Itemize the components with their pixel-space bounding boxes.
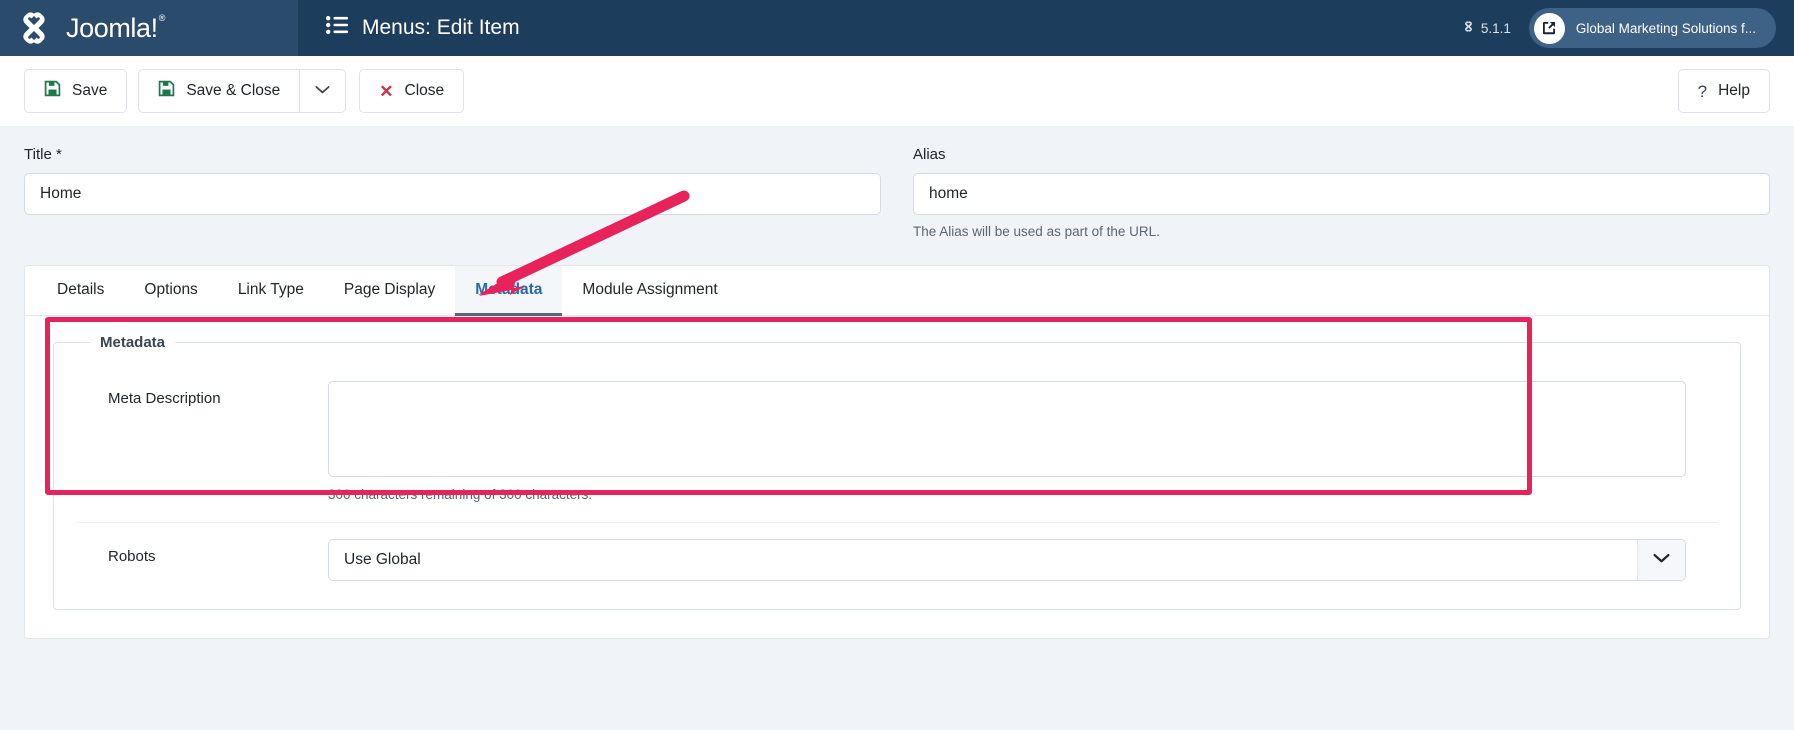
joomla-version-badge: 5.1.1 xyxy=(1462,20,1511,36)
robots-select[interactable]: Use Global xyxy=(328,539,1686,581)
close-button[interactable]: ✕ Close xyxy=(359,69,465,113)
help-button-label: Help xyxy=(1718,82,1750,99)
title-alias-row: Title * Alias The Alias will be used as … xyxy=(24,126,1770,239)
title-field-group: Title * xyxy=(24,146,881,239)
robots-selected-value: Use Global xyxy=(344,551,421,568)
tab-link-type[interactable]: Link Type xyxy=(218,266,324,316)
tab-options[interactable]: Options xyxy=(124,266,217,316)
title-input[interactable] xyxy=(24,173,881,215)
save-options-dropdown-toggle[interactable] xyxy=(300,69,347,113)
close-button-label: Close xyxy=(404,82,445,99)
tab-bar: Details Options Link Type Page Display M… xyxy=(25,266,1769,316)
header-right-group: 5.1.1 Global Marketing Solutions f... xyxy=(1462,0,1794,56)
tab-details[interactable]: Details xyxy=(37,266,124,316)
robots-select-wrapper: Use Global xyxy=(328,539,1686,581)
top-header-bar: Joomla!® Menus: Edit Item 5.1.1 Global M… xyxy=(0,0,1794,56)
character-counter: 300 characters remaining of 300 characte… xyxy=(328,487,593,502)
editor-toolbar: Save Save & Close ✕ Close ? Help xyxy=(0,56,1794,126)
version-label: 5.1.1 xyxy=(1480,20,1511,36)
joomla-mini-icon xyxy=(1462,20,1475,36)
joomla-wordmark: Joomla!® xyxy=(66,12,165,43)
save-and-close-label: Save & Close xyxy=(186,82,281,99)
robots-row: Robots Use Global xyxy=(76,523,1718,587)
page-header-title: Menus: Edit Item xyxy=(298,0,1462,56)
alias-input[interactable] xyxy=(913,173,1770,215)
title-label: Title * xyxy=(24,146,62,163)
tab-page-display[interactable]: Page Display xyxy=(324,266,455,316)
site-name-label: Global Marketing Solutions f... xyxy=(1575,20,1756,36)
save-disk-icon xyxy=(158,80,175,102)
tab-module-assignment[interactable]: Module Assignment xyxy=(562,266,737,316)
meta-description-row: Meta Description 300 characters remainin… xyxy=(76,365,1718,508)
save-disk-icon xyxy=(44,80,61,102)
joomla-brand[interactable]: Joomla!® xyxy=(0,0,298,56)
metadata-fieldset: Metadata Meta Description 300 characters… xyxy=(53,334,1741,610)
metadata-legend: Metadata xyxy=(100,334,166,351)
main-content: Title * Alias The Alias will be used as … xyxy=(0,126,1794,639)
alias-label: Alias xyxy=(913,146,946,163)
help-button[interactable]: ? Help xyxy=(1677,69,1770,113)
joomla-logo-icon xyxy=(14,8,54,48)
meta-description-textarea[interactable] xyxy=(328,381,1686,477)
edit-item-tab-panel: Details Options Link Type Page Display M… xyxy=(24,265,1770,639)
metadata-tab-content: Metadata Meta Description 300 characters… xyxy=(25,316,1769,638)
menu-list-icon xyxy=(326,16,348,40)
chevron-down-icon xyxy=(315,82,330,100)
external-link-icon xyxy=(1533,12,1565,44)
close-icon: ✕ xyxy=(379,81,394,101)
alias-field-group: Alias The Alias will be used as part of … xyxy=(913,146,1770,239)
robots-label: Robots xyxy=(108,548,156,565)
save-and-close-button[interactable]: Save & Close xyxy=(138,69,301,113)
save-button[interactable]: Save xyxy=(24,69,128,113)
tab-metadata[interactable]: Metadata xyxy=(455,266,563,316)
chevron-down-icon xyxy=(1653,551,1670,569)
question-mark-icon: ? xyxy=(1697,81,1708,101)
save-button-label: Save xyxy=(72,82,108,99)
page-title: Menus: Edit Item xyxy=(362,16,520,39)
robots-control: Use Global xyxy=(328,539,1718,581)
visit-site-button[interactable]: Global Marketing Solutions f... xyxy=(1528,8,1776,48)
meta-description-label: Meta Description xyxy=(108,390,221,407)
save-close-button-group: Save & Close xyxy=(138,69,347,113)
meta-description-control: 300 characters remaining of 300 characte… xyxy=(328,381,1718,502)
robots-select-caret-button[interactable] xyxy=(1637,540,1685,580)
alias-help-text: The Alias will be used as part of the UR… xyxy=(913,224,1160,239)
